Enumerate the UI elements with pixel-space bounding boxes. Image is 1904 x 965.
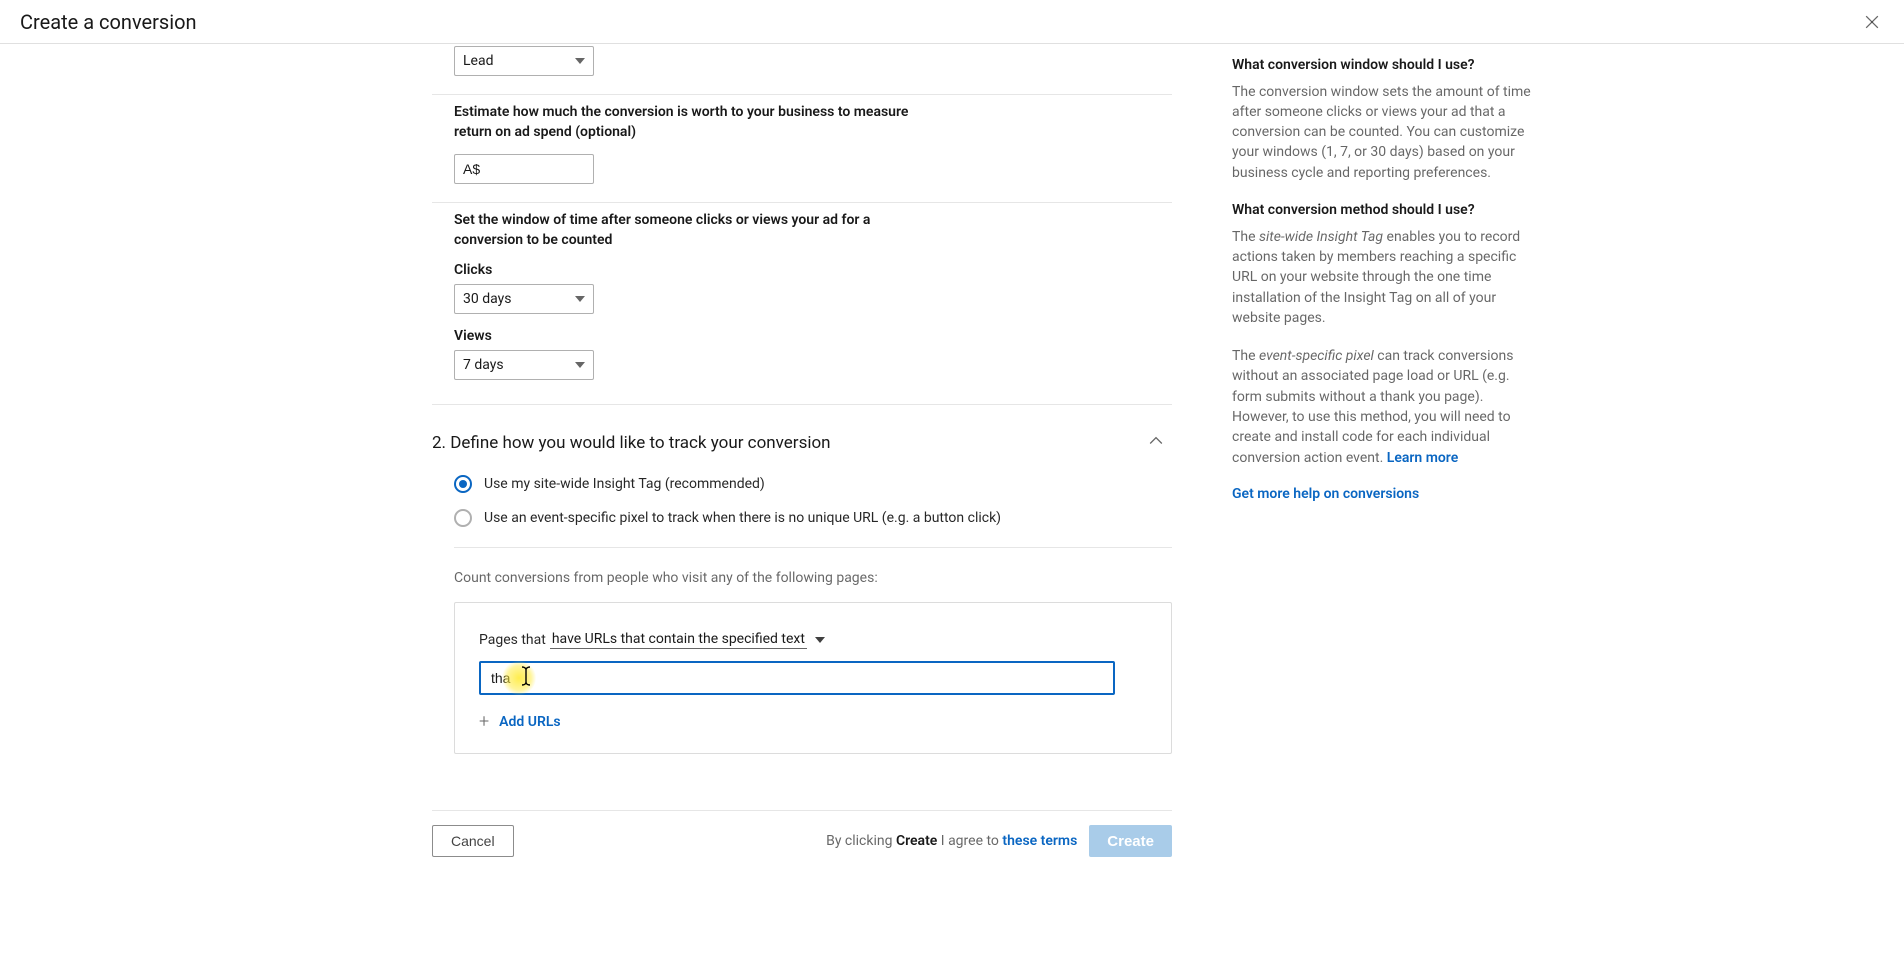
chevron-down-icon bbox=[815, 637, 825, 643]
help-sidebar: What conversion window should I use? The… bbox=[1232, 44, 1532, 857]
views-window-select[interactable]: 7 days bbox=[454, 350, 594, 380]
help-text-method-2: The event-specific pixel can track conve… bbox=[1232, 346, 1532, 468]
agree-text: By clicking Create I agree to these term… bbox=[826, 833, 1077, 849]
modal-title: Create a conversion bbox=[20, 10, 197, 34]
section-2-heading: 2. Define how you would like to track yo… bbox=[432, 433, 831, 453]
help-heading-method: What conversion method should I use? bbox=[1232, 201, 1532, 221]
help-heading-window: What conversion window should I use? bbox=[1232, 56, 1532, 76]
views-window-value: 7 days bbox=[463, 357, 504, 373]
views-label: Views bbox=[454, 328, 1172, 344]
more-help-link[interactable]: Get more help on conversions bbox=[1232, 486, 1532, 502]
learn-more-link[interactable]: Learn more bbox=[1387, 450, 1458, 466]
radio-insight-tag[interactable]: Use my site-wide Insight Tag (recommende… bbox=[454, 471, 1172, 505]
add-urls-label: Add URLs bbox=[499, 714, 560, 730]
chevron-down-icon bbox=[575, 58, 585, 64]
chevron-down-icon bbox=[575, 362, 585, 368]
conversion-type-select[interactable]: Lead bbox=[454, 46, 594, 76]
divider bbox=[432, 404, 1172, 405]
count-conversions-label: Count conversions from people who visit … bbox=[454, 570, 1172, 586]
chevron-down-icon bbox=[575, 296, 585, 302]
pages-match-row: Pages that have URLs that contain the sp… bbox=[479, 631, 1147, 649]
collapse-toggle[interactable] bbox=[1146, 431, 1172, 455]
estimate-label: Estimate how much the conversion is wort… bbox=[454, 103, 934, 142]
cancel-button[interactable]: Cancel bbox=[432, 825, 514, 857]
url-pattern-input[interactable] bbox=[479, 661, 1115, 695]
radio-icon bbox=[454, 475, 472, 493]
url-match-card: Pages that have URLs that contain the sp… bbox=[454, 602, 1172, 754]
window-label: Set the window of time after someone cli… bbox=[454, 211, 934, 250]
modal-header: Create a conversion bbox=[0, 0, 1904, 44]
radio-event-pixel[interactable]: Use an event-specific pixel to track whe… bbox=[454, 505, 1172, 539]
create-button[interactable]: Create bbox=[1089, 825, 1172, 857]
clicks-window-value: 30 days bbox=[463, 291, 511, 307]
conversion-type-value: Lead bbox=[463, 53, 493, 69]
radio-insight-tag-label: Use my site-wide Insight Tag (recommende… bbox=[484, 476, 765, 492]
help-text-window: The conversion window sets the amount of… bbox=[1232, 82, 1532, 183]
clicks-window-select[interactable]: 30 days bbox=[454, 284, 594, 314]
url-match-type-value: have URLs that contain the specified tex… bbox=[550, 631, 807, 648]
pages-prefix: Pages that bbox=[479, 632, 546, 648]
main-form: Lead Estimate how much the conversion is… bbox=[432, 44, 1172, 857]
radio-icon bbox=[454, 509, 472, 527]
clicks-label: Clicks bbox=[454, 262, 1172, 278]
radio-event-pixel-label: Use an event-specific pixel to track whe… bbox=[484, 510, 1001, 526]
conversion-value-input[interactable] bbox=[454, 154, 594, 184]
footer: Cancel By clicking Create I agree to the… bbox=[432, 811, 1172, 857]
help-text-method-1: The site-wide Insight Tag enables you to… bbox=[1232, 227, 1532, 328]
add-urls-button[interactable]: + Add URLs bbox=[479, 713, 1147, 731]
plus-icon: + bbox=[479, 713, 489, 731]
url-match-type-select[interactable]: have URLs that contain the specified tex… bbox=[550, 631, 807, 649]
terms-link[interactable]: these terms bbox=[1002, 833, 1077, 849]
close-icon[interactable] bbox=[1860, 10, 1884, 34]
divider bbox=[454, 547, 1172, 548]
